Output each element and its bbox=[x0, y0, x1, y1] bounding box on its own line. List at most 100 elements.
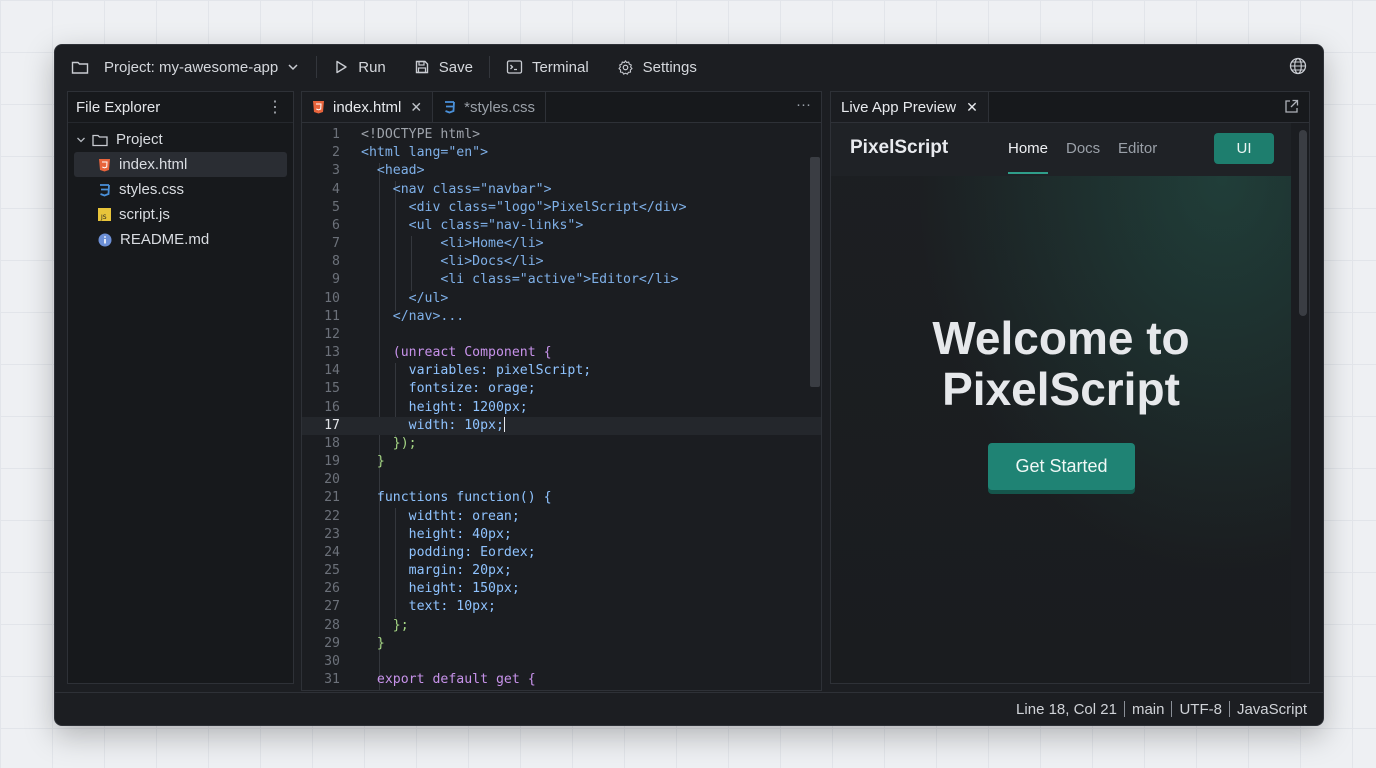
code-text: fontsize: orage; bbox=[361, 381, 536, 397]
more-tabs-icon[interactable]: ··· bbox=[796, 96, 811, 113]
preview-nav-editor[interactable]: Editor bbox=[1118, 140, 1157, 157]
code-text: </ul> bbox=[361, 290, 449, 306]
code-text: (unreact Component { bbox=[361, 345, 552, 361]
run-button[interactable]: Run bbox=[333, 59, 386, 76]
active-nav-underline bbox=[1008, 172, 1048, 174]
code-line: 7 <li>Home</li> bbox=[332, 236, 544, 252]
code-line: 3 <head> bbox=[332, 163, 425, 179]
code-text: <div class="logo">PixelScript</div> bbox=[361, 199, 687, 215]
preview-logo: PixelScript bbox=[850, 137, 949, 158]
code-text: <head> bbox=[361, 163, 425, 179]
code-text: } bbox=[361, 454, 385, 470]
svg-text:JS: JS bbox=[100, 214, 107, 221]
code-text: <li>Home</li> bbox=[361, 236, 544, 252]
tab-live-preview[interactable]: Live App Preview ✕ bbox=[831, 92, 989, 122]
code-line: 18 }); bbox=[324, 435, 417, 451]
tree-file-label: README.md bbox=[120, 231, 210, 248]
tree-file-script-js[interactable]: JS script.js bbox=[68, 202, 293, 227]
code-line: 28 }; bbox=[324, 617, 409, 633]
editor-tabs: index.html ✕ *styles.css ··· bbox=[302, 92, 821, 123]
preview-ui-button[interactable]: UI bbox=[1214, 133, 1274, 164]
preview-nav-docs[interactable]: Docs bbox=[1066, 140, 1100, 157]
code-text: width: 10px; bbox=[361, 417, 504, 433]
code-line: 25 margin: 20px; bbox=[324, 563, 512, 579]
text-cursor bbox=[503, 417, 505, 433]
language-mode[interactable]: JavaScript bbox=[1237, 701, 1307, 718]
tab-index-html[interactable]: index.html ✕ bbox=[302, 92, 434, 122]
code-line: 19 } bbox=[324, 454, 385, 470]
code-text: height: 1200px; bbox=[361, 399, 528, 415]
code-text: variables: pixelScript; bbox=[361, 363, 592, 379]
code-line: 20 bbox=[324, 472, 340, 488]
file-encoding[interactable]: UTF-8 bbox=[1179, 701, 1222, 718]
toolbar: Project: my-awesome-app Run Save Termina… bbox=[55, 45, 1323, 89]
status-divider bbox=[1228, 701, 1230, 717]
open-external-icon[interactable] bbox=[1284, 99, 1299, 119]
tree-folder-project[interactable]: Project bbox=[68, 127, 293, 152]
css-file-icon bbox=[445, 101, 456, 114]
code-line: 16 height: 1200px; bbox=[324, 399, 528, 415]
tree-file-readme-md[interactable]: README.md bbox=[68, 227, 293, 252]
css-file-icon bbox=[100, 183, 110, 196]
code-text: <li>Docs</li> bbox=[361, 254, 544, 270]
close-icon[interactable]: ✕ bbox=[410, 99, 422, 116]
code-line: 12 bbox=[324, 326, 340, 342]
terminal-button[interactable]: Terminal bbox=[506, 59, 589, 76]
gear-icon bbox=[618, 59, 633, 75]
code-line: 4 <nav class="navbar"> bbox=[332, 181, 552, 197]
code-line: 23 height: 40px; bbox=[324, 526, 512, 542]
tree-file-styles-css[interactable]: styles.css bbox=[68, 177, 293, 202]
settings-button[interactable]: Settings bbox=[617, 59, 697, 76]
tree-file-label: styles.css bbox=[119, 181, 185, 198]
code-area[interactable]: 1 <!DOCTYPE html> 2 <html lang="en"> 3 <he… bbox=[302, 123, 821, 690]
code-line: 15 fontsize: orage; bbox=[324, 381, 536, 397]
preview-navbar: PixelScript Home Docs Editor UI bbox=[831, 123, 1291, 176]
code-line: 10 </ul> bbox=[324, 290, 449, 306]
save-button[interactable]: Save bbox=[414, 59, 473, 76]
code-line: 9 <li class="active">Editor</li> bbox=[332, 272, 679, 288]
globe-button[interactable] bbox=[1289, 57, 1307, 80]
globe-icon bbox=[1289, 57, 1307, 75]
code-editor: index.html ✕ *styles.css ··· 1 <!DOCTYPE … bbox=[301, 91, 822, 691]
cursor-position[interactable]: Line 18, Col 21 bbox=[1016, 701, 1117, 718]
save-label: Save bbox=[438, 58, 473, 76]
project-label: Project: my-awesome-app bbox=[104, 58, 279, 76]
code-line: 29 } bbox=[324, 635, 385, 651]
code-text: <!DOCTYPE html> bbox=[361, 127, 481, 142]
status-divider bbox=[1171, 701, 1173, 717]
project-selector[interactable]: Project: my-awesome-app bbox=[71, 59, 300, 76]
code-line: 27 text: 10px; bbox=[324, 599, 496, 615]
code-text: height: 150px; bbox=[361, 581, 520, 597]
tree-file-index-html[interactable]: index.html bbox=[74, 152, 287, 177]
tree-file-label: index.html bbox=[119, 156, 188, 173]
code-text: height: 40px; bbox=[361, 526, 512, 542]
preview-scrollbar[interactable] bbox=[1299, 130, 1307, 316]
tab-styles-css[interactable]: *styles.css bbox=[433, 92, 547, 122]
code-text: <li class="active">Editor</li> bbox=[361, 272, 679, 288]
ide-window: Project: my-awesome-app Run Save Termina… bbox=[54, 44, 1324, 726]
code-line: 1 <!DOCTYPE html> bbox=[332, 127, 481, 142]
tab-label: Live App Preview bbox=[841, 98, 957, 116]
code-line: 14 variables: pixelScript; bbox=[324, 363, 592, 379]
play-icon bbox=[336, 60, 347, 74]
close-icon[interactable]: ✕ bbox=[966, 99, 978, 116]
more-options-icon[interactable]: ⋮ bbox=[267, 97, 283, 117]
folder-icon bbox=[71, 61, 89, 74]
git-branch[interactable]: main bbox=[1132, 701, 1165, 718]
hero-line-1: Welcome to bbox=[932, 312, 1190, 364]
get-started-button[interactable]: Get Started bbox=[988, 443, 1135, 490]
js-file-icon: JS bbox=[98, 208, 111, 221]
code-text: margin: 20px; bbox=[361, 563, 512, 579]
code-text: }); bbox=[361, 435, 417, 451]
preview-nav-home[interactable]: Home bbox=[1008, 140, 1048, 157]
html-file-icon bbox=[313, 101, 324, 114]
chevron-down-icon bbox=[77, 137, 85, 142]
terminal-icon bbox=[506, 60, 523, 74]
editor-scrollbar[interactable] bbox=[810, 157, 820, 387]
folder-icon bbox=[92, 134, 108, 146]
tab-label: index.html bbox=[333, 98, 402, 116]
explorer-header: File Explorer ⋮ bbox=[68, 92, 293, 123]
code-line: 26 height: 150px; bbox=[324, 581, 520, 597]
tab-label: *styles.css bbox=[464, 98, 535, 116]
terminal-label: Terminal bbox=[531, 58, 589, 76]
